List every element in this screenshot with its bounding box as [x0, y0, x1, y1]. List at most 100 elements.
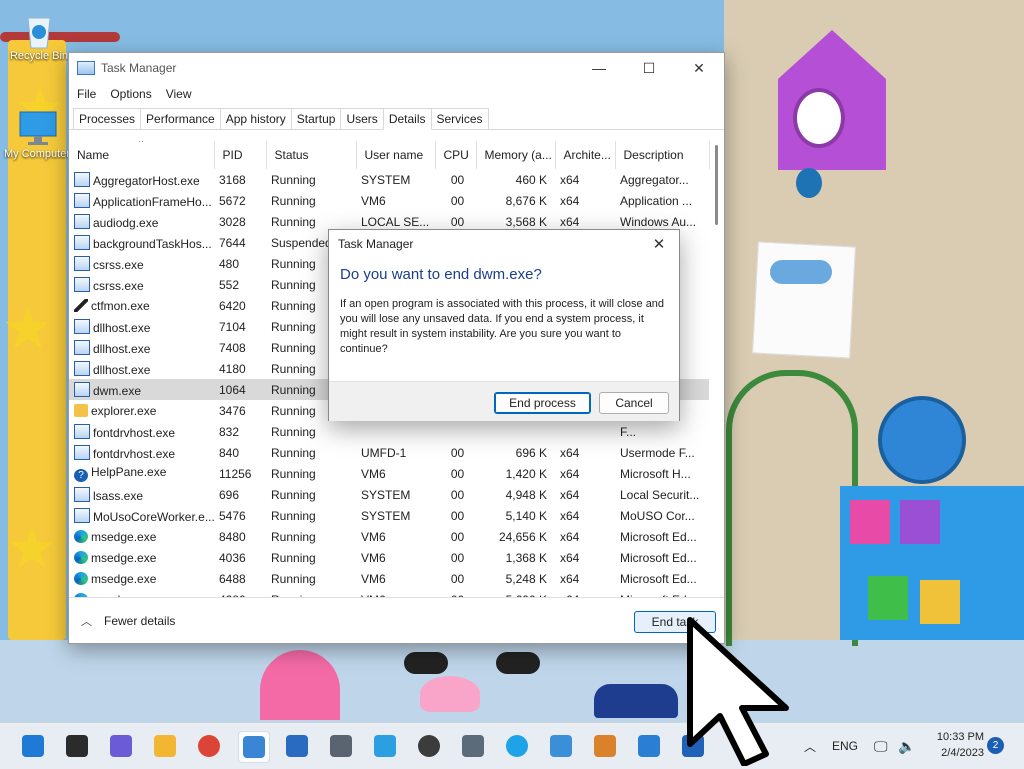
taskbar-button-clock[interactable] — [414, 731, 444, 761]
table-row[interactable]: ApplicationFrameHo... 5672 Running VM6 00 8,6… — [69, 190, 709, 211]
cell-architecture: x64 — [560, 550, 580, 565]
taskbar-button-chrome[interactable] — [194, 731, 224, 761]
taskbar-button-task-manager[interactable] — [238, 731, 270, 763]
cell-pid: 3168 — [219, 172, 246, 187]
clock-icon — [418, 735, 440, 757]
app-icon — [74, 213, 90, 229]
cell-memory: 24,656 K — [498, 529, 547, 544]
tab-startup[interactable]: Startup — [290, 108, 342, 129]
close-button[interactable]: ✕ — [674, 53, 724, 83]
taskbar-button-chat[interactable] — [106, 731, 136, 761]
cell-cpu: 00 — [435, 589, 476, 598]
cell-memory: 5,140 K — [505, 508, 547, 523]
column-header-cpu[interactable]: CPU — [435, 141, 477, 169]
tab-details[interactable]: Details — [382, 108, 432, 130]
taskbar-button-notepad[interactable] — [370, 731, 400, 761]
cell-process-name: backgroundTaskHos... — [69, 232, 214, 253]
app-icon — [74, 276, 90, 292]
cell-status: Running — [271, 466, 316, 481]
cell-cpu: 00 — [450, 529, 465, 544]
wallpaper-plane — [770, 260, 832, 284]
taskbar-button-scanner[interactable] — [282, 731, 312, 761]
taskbar-button-start[interactable] — [18, 731, 48, 761]
cell-user-name: VM6 — [361, 550, 386, 565]
taskbar-button-calculator[interactable] — [458, 731, 488, 761]
column-header-user-name[interactable]: User name — [356, 141, 436, 169]
end-process-button[interactable]: End process — [494, 392, 591, 414]
cell-user-name: VM6 — [361, 571, 386, 586]
my-computer-shortcut[interactable]: My Computer — [2, 108, 72, 160]
table-row[interactable]: msedge.exe 6488 Running VM6 00 5,248 K x64 Micr… — [69, 568, 709, 589]
input-language-indicator[interactable]: ENG — [832, 723, 858, 769]
table-row[interactable]: fontdrvhost.exe 832 Running F... — [69, 421, 709, 442]
table-row[interactable]: msedge.exe 4036 Running VM6 00 1,368 K x64 Micr… — [69, 547, 709, 568]
edge-icon — [74, 550, 88, 564]
tab-performance[interactable]: Performance — [140, 108, 221, 129]
taskbar-button-file-explorer[interactable] — [150, 731, 180, 761]
dialog-close-button[interactable]: ✕ — [639, 230, 679, 258]
app-icon — [74, 192, 90, 208]
vertical-scrollbar[interactable] — [715, 145, 718, 225]
column-header-description[interactable]: Description — [615, 141, 710, 169]
app-icon — [74, 234, 90, 250]
show-hidden-icons-button[interactable]: ︿ — [804, 723, 816, 769]
chrome-icon — [198, 735, 220, 757]
cell-pid: 552 — [219, 277, 240, 292]
tab-app-history[interactable]: App history — [219, 108, 292, 129]
menu-options[interactable]: Options — [110, 87, 151, 101]
notification-badge[interactable]: 2 — [987, 737, 1004, 754]
column-header-memory[interactable]: Memory (a... — [476, 141, 556, 169]
calculator-icon — [462, 735, 484, 757]
table-row[interactable]: MoUsoCoreWorker.e... 5476 Running SYSTEM 00 5… — [69, 505, 709, 526]
wallpaper-car — [594, 684, 678, 718]
recycle-bin-shortcut[interactable]: Recycle Bin — [4, 10, 74, 62]
tab-users[interactable]: Users — [340, 108, 384, 129]
taskbar-button-edge[interactable] — [502, 731, 532, 761]
cell-pid: 7104 — [219, 319, 246, 334]
cell-user-name: VM6 — [361, 193, 386, 208]
taskbar-button-calendar[interactable] — [634, 731, 664, 761]
app-icon — [74, 486, 90, 502]
cell-architecture: x64 — [560, 445, 580, 460]
app-icon — [74, 444, 90, 460]
sort-up-icon: ^ — [139, 141, 144, 147]
taskbar-button-task-view[interactable] — [62, 731, 92, 761]
taskbar-button-settings[interactable] — [326, 731, 356, 761]
tab-processes[interactable]: Processes — [73, 108, 142, 129]
cancel-button[interactable]: Cancel — [599, 392, 669, 414]
menu-file[interactable]: File — [77, 87, 96, 101]
chevron-up-icon: ︿ — [804, 739, 817, 754]
cell-pid: 4036 — [219, 550, 246, 565]
taskbar-clock[interactable]: 10:33 PM 2/4/2023 — [928, 729, 984, 761]
cell-memory: 4,948 K — [505, 487, 547, 502]
cell-cpu — [435, 421, 476, 442]
column-header-name[interactable]: ^ Name — [69, 141, 215, 169]
cell-process-name: csrss.exe — [69, 253, 214, 274]
maximize-button[interactable]: ☐ — [624, 53, 674, 83]
tab-services[interactable]: Services — [430, 108, 489, 129]
table-row[interactable]: lsass.exe 696 Running SYSTEM 00 4,948 K x64 Loc… — [69, 484, 709, 505]
column-header-architecture[interactable]: Archite... — [555, 141, 616, 169]
cell-description: F... — [620, 424, 637, 439]
title-bar[interactable]: Task Manager — ☐ ✕ — [69, 53, 724, 83]
volume-icon[interactable]: 🔈 — [898, 723, 915, 769]
table-row[interactable]: fontdrvhost.exe 840 Running UMFD-1 00 696 K x6… — [69, 442, 709, 463]
cell-memory: 5,248 K — [505, 571, 547, 586]
chevron-up-icon: ︿ — [81, 616, 92, 628]
table-row[interactable]: AggregatorHost.exe 3168 Running SYSTEM 00 460… — [69, 169, 709, 190]
table-row[interactable]: ? HelpPane.exe 11256 Running VM6 00 1,420 K x64… — [69, 463, 709, 484]
column-header-status[interactable]: Status — [266, 141, 357, 169]
table-row[interactable]: msedge.exe 8480 Running VM6 00 24,656 K x64 Mic… — [69, 526, 709, 547]
taskbar-button-paint[interactable] — [590, 731, 620, 761]
fewer-details-button[interactable]: ︿ Fewer details — [81, 613, 175, 629]
network-icon[interactable]: 🖵 — [874, 723, 888, 769]
minimize-button[interactable]: — — [574, 53, 624, 83]
column-header-pid[interactable]: PID — [214, 141, 267, 169]
dialog-heading: Do you want to end dwm.exe? — [340, 266, 542, 283]
scanner-icon — [286, 735, 308, 757]
cell-memory: 696 K — [515, 445, 547, 460]
taskbar-button-photos[interactable] — [546, 731, 576, 761]
wallpaper-globe — [878, 396, 966, 484]
menu-view[interactable]: View — [166, 87, 192, 101]
table-row[interactable]: msedge.exe4280RunningVM6005,600 Kx64Micr… — [69, 589, 709, 597]
